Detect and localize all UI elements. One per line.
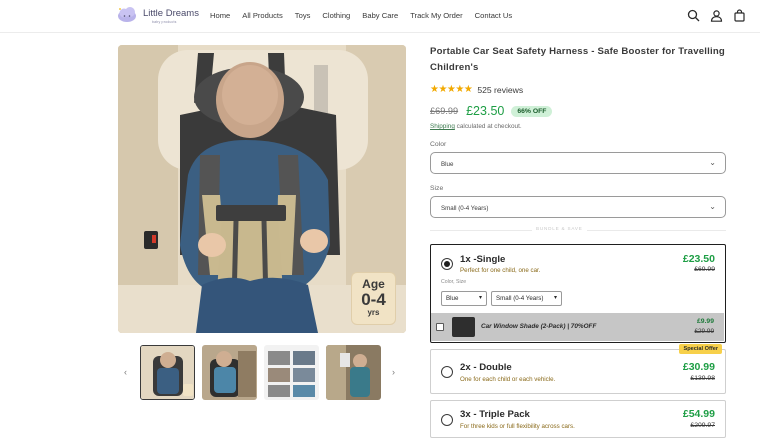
bundle-option-double[interactable]: Special Offer 2x - Double One for each c… [430,344,726,394]
size-label: Size [430,185,444,192]
bundle-price: £23.50 [682,253,715,265]
upsell-price: £9.99 [696,318,714,325]
star-rating-icon: ★★★★★ [430,84,473,95]
bundle-radio[interactable] [441,414,453,426]
bundle-subtitle: Perfect for one child, one car. [460,267,541,274]
special-offer-badge: Special Offer [679,344,722,354]
bundle-title: 3x - Triple Pack [460,409,530,420]
thumbnail-1[interactable] [140,345,195,400]
product-main-image[interactable]: Age 0-4 yrs [118,45,406,333]
bundle-color-value: Blue [446,295,459,302]
thumbnail-4[interactable] [326,345,381,400]
thumbnail-strip: ‹ › [118,345,406,402]
bundle-option-single[interactable]: 1x -Single Perfect for one child, one ca… [430,244,726,343]
nav-contact[interactable]: Contact Us [475,11,513,20]
review-count[interactable]: 525 reviews [477,85,523,95]
thumbnail-3[interactable] [264,345,319,400]
user-icon[interactable] [710,9,723,22]
product-rating: ★★★★★ 525 reviews [430,84,523,95]
bundle-size-value: Small (0-4 Years) [496,295,544,302]
site-header: Little Dreams baby products Home All Pro… [0,0,760,33]
bundle-color-select[interactable]: Blue ▾ [441,291,487,306]
bundle-title: 1x -Single [460,254,506,265]
age-badge-unit: yrs [367,308,380,317]
site-logo[interactable]: Little Dreams baby products [116,4,199,26]
upsell-checkbox[interactable] [436,323,444,331]
chevron-down-icon: ▾ [553,295,557,301]
product-info: Portable Car Seat Safety Harness - Safe … [430,44,730,438]
age-badge: Age 0-4 yrs [351,272,396,325]
chevron-down-icon: ▾ [478,295,482,301]
bundle-subtitle: One for each child or each vehicle. [460,376,556,383]
upsell-title: Car Window Shade (2-Pack) | 70%OFF [481,323,597,330]
thumbnail-2[interactable] [202,345,257,400]
bundle-old-price: £139.98 [690,375,715,382]
main-nav: Home All Products Toys Clothing Baby Car… [210,11,512,20]
logo-text: Little Dreams [143,8,199,19]
shipping-text: calculated at checkout. [454,123,522,130]
shipping-link[interactable]: Shipping [430,123,455,130]
shipping-note: Shipping calculated at checkout. [430,123,522,130]
nav-home[interactable]: Home [210,11,230,20]
size-select-value: Small (0-4 Years) [441,205,489,212]
bundle-subtitle: For three kids or full flexibility acros… [460,423,575,430]
cloud-logo-icon [118,7,136,22]
nav-all-products[interactable]: All Products [242,11,283,20]
product-title: Portable Car Seat Safety Harness - Safe … [430,46,725,73]
bundle-divider-text: BUNDLE & SAVE [532,226,587,231]
nav-toys[interactable]: Toys [295,11,311,20]
upsell-old-price: £29.99 [694,328,714,335]
logo-tagline: baby products [152,20,177,24]
search-icon[interactable] [687,9,700,22]
age-badge-range: 0-4 [361,290,386,309]
cart-icon[interactable] [733,9,746,22]
size-select[interactable]: Small (0-4 Years) ⌄ [430,196,726,218]
bundle-old-price: £69.99 [694,266,715,273]
bundle-price: £30.99 [682,361,715,373]
bundle-size-select[interactable]: Small (0-4 Years) ▾ [491,291,562,306]
color-select-value: Blue [441,161,454,168]
color-label: Color [430,141,447,148]
bundle-old-price: £209.97 [690,422,715,429]
bundle-price: £54.99 [682,408,715,420]
prev-arrow-icon[interactable]: ‹ [124,367,127,377]
bundle-radio-selected[interactable] [441,258,453,270]
chevron-down-icon: ⌄ [709,202,716,211]
nav-baby-care[interactable]: Baby Care [362,11,398,20]
bundle-title: 2x - Double [460,362,512,373]
bundle-options-label: Color, Size [441,279,467,285]
upsell-row: Car Window Shade (2-Pack) | 70%OFF £9.99… [431,313,724,341]
discount-badge: 66% OFF [511,105,553,117]
color-select[interactable]: Blue ⌄ [430,152,726,174]
bundle-radio[interactable] [441,366,453,378]
nav-clothing[interactable]: Clothing [322,11,350,20]
nav-track-order[interactable]: Track My Order [410,11,462,20]
price-row: £69.99 £23.50 66% OFF [430,104,553,118]
next-arrow-icon[interactable]: › [392,367,395,377]
window-shade-thumbnail [452,317,475,337]
chevron-down-icon: ⌄ [709,158,716,167]
sale-price: £23.50 [466,104,505,118]
compare-price: £69.99 [430,106,459,116]
age-badge-label: Age [362,277,385,291]
bundle-option-triple[interactable]: 3x - Triple Pack For three kids or full … [430,400,726,438]
header-icons [687,9,746,22]
